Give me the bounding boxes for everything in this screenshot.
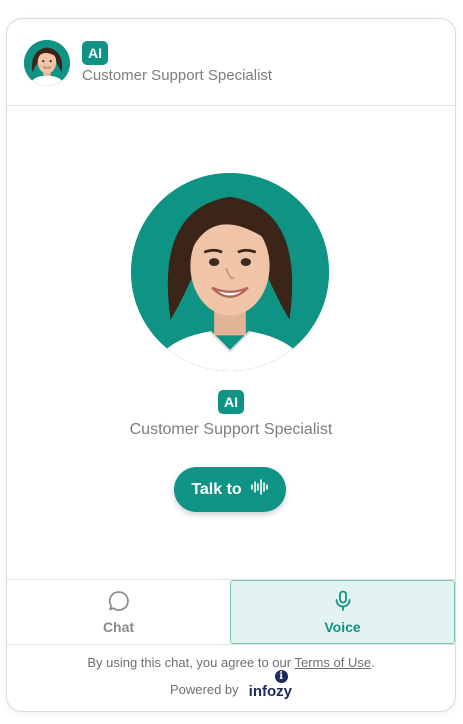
tab-voice[interactable]: Voice: [230, 580, 455, 644]
terms-of-use-link[interactable]: Terms of Use: [294, 655, 371, 670]
chat-bubble-icon: [107, 589, 131, 616]
terms-suffix: .: [371, 655, 375, 670]
terms-prefix: By using this chat, you agree to our: [87, 655, 295, 670]
talk-to-button[interactable]: Talk to: [174, 467, 286, 512]
widget-header: AI Customer Support Specialist: [7, 19, 455, 106]
ai-badge-center: AI: [218, 390, 244, 414]
waveform-icon: [250, 479, 269, 500]
talk-to-label: Talk to: [191, 480, 242, 498]
agent-avatar-large: [131, 173, 329, 371]
powered-by: Powered by i infozy: [7, 670, 455, 700]
chat-widget: AI Customer Support Specialist AI Custom…: [6, 18, 456, 712]
microphone-icon: [331, 589, 355, 616]
tab-voice-label: Voice: [324, 619, 361, 635]
agent-avatar-small: [24, 40, 70, 86]
info-icon: i: [274, 670, 288, 683]
mode-tabs: Chat Voice: [7, 579, 455, 645]
tab-chat[interactable]: Chat: [7, 580, 230, 644]
powered-by-label: Powered by: [170, 682, 239, 697]
tab-chat-label: Chat: [102, 619, 135, 635]
agent-role-center: Customer Support Specialist: [129, 421, 333, 438]
agent-role: Customer Support Specialist: [82, 67, 273, 84]
brand-name: infozy: [248, 683, 292, 700]
terms-notice: By using this chat, you agree to our Ter…: [7, 655, 455, 670]
ai-badge: AI: [82, 41, 108, 65]
infozy-logo: i infozy: [248, 670, 292, 700]
